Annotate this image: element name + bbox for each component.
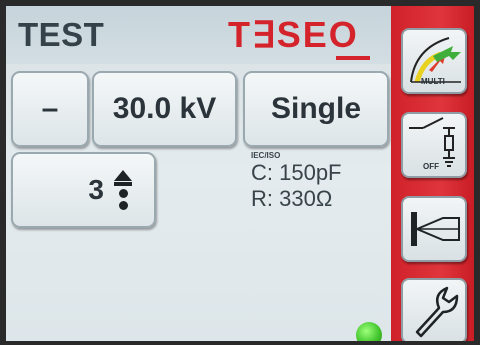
resistance-value: R: 330Ω [251, 186, 333, 211]
settings-button[interactable] [401, 278, 467, 341]
header-bar: TEST T∃SEO [6, 6, 391, 64]
discharge-switch-button[interactable]: OFF [401, 112, 467, 178]
minus-label: – [41, 92, 59, 125]
wrench-icon [415, 286, 459, 338]
capacitance-value: C: 150pF [251, 160, 342, 185]
probe-tip-icon [411, 212, 460, 246]
page-title: TEST [18, 16, 105, 53]
count-button[interactable]: 3 [11, 152, 156, 228]
count-value: 3 [88, 174, 104, 205]
side-panel: MULTI OFF [391, 6, 474, 341]
probe-tip-button[interactable] [401, 196, 467, 262]
multi-label: MULTI [421, 77, 445, 86]
off-label: OFF [423, 162, 439, 171]
multi-button[interactable]: MULTI [401, 28, 467, 94]
status-indicator [356, 322, 382, 341]
minus-button[interactable]: – [11, 71, 89, 147]
mode-label: Single [270, 92, 361, 125]
voltage-value: 30.0 kV [112, 92, 217, 125]
logo-underline [336, 56, 370, 60]
standard-label: IEC/ISO [251, 151, 281, 160]
touch-screen: TEST T∃SEO – 30.0 kV Single 3 IEC/ISO C:… [6, 6, 474, 341]
network-info: IEC/ISO C: 150pF R: 330Ω [251, 151, 342, 212]
voltage-button[interactable]: 30.0 kV [92, 71, 237, 147]
brand-logo: T∃SEO [228, 14, 359, 55]
up-down-arrow-icon [114, 170, 132, 210]
mode-button[interactable]: Single [243, 71, 389, 147]
